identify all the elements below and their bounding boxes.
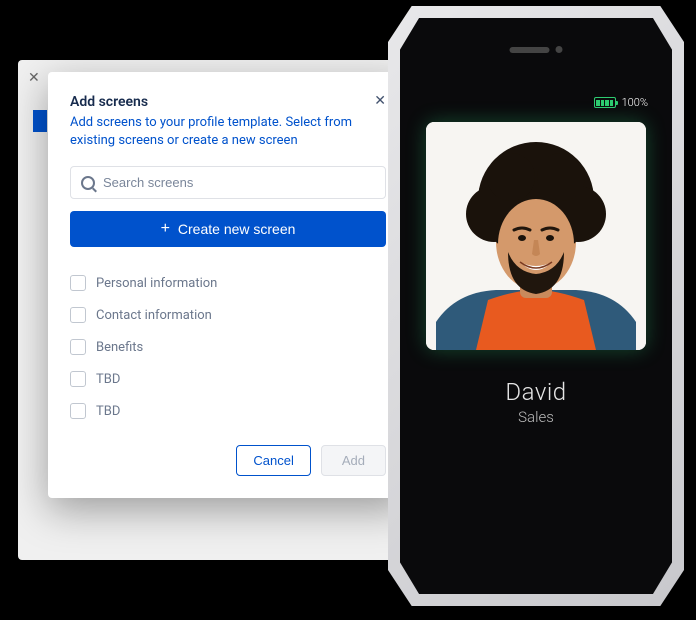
cancel-button[interactable]: Cancel [236, 445, 310, 476]
backdrop-accent-bar [33, 110, 47, 132]
screen-option[interactable]: TBD [70, 395, 386, 427]
option-label: Benefits [96, 340, 143, 355]
checkbox[interactable] [70, 403, 86, 419]
badge-device: 100% [388, 6, 684, 606]
option-label: Contact information [96, 308, 212, 323]
add-button[interactable]: Add [321, 445, 386, 476]
plus-icon: + [161, 221, 170, 237]
screen-option[interactable]: Contact information [70, 299, 386, 331]
add-screens-modal: Add screens ✕ Add screens to your profil… [48, 72, 408, 498]
close-icon[interactable]: ✕ [374, 94, 386, 108]
option-label: TBD [96, 372, 120, 387]
search-input[interactable] [103, 175, 375, 190]
modal-description: Add screens to your profile template. Se… [70, 114, 386, 150]
profile-photo [426, 122, 646, 350]
checkbox[interactable] [70, 339, 86, 355]
screen-option[interactable]: TBD [70, 363, 386, 395]
profile-name: David [400, 378, 672, 406]
profile-role: Sales [400, 408, 672, 426]
option-label: Personal information [96, 276, 217, 291]
checkbox[interactable] [70, 307, 86, 323]
battery-icon [594, 97, 616, 108]
checkbox[interactable] [70, 371, 86, 387]
backdrop-close-icon[interactable]: ✕ [28, 70, 40, 86]
modal-title: Add screens [70, 94, 148, 110]
create-new-screen-button[interactable]: + Create new screen [70, 211, 386, 247]
search-container[interactable] [70, 166, 386, 199]
search-icon [81, 176, 95, 190]
screen-option[interactable]: Benefits [70, 331, 386, 363]
device-speaker [510, 46, 563, 53]
battery-percent: 100% [622, 96, 648, 109]
option-label: TBD [96, 404, 120, 419]
screen-option[interactable]: Personal information [70, 267, 386, 299]
checkbox[interactable] [70, 275, 86, 291]
create-button-label: Create new screen [178, 221, 296, 237]
